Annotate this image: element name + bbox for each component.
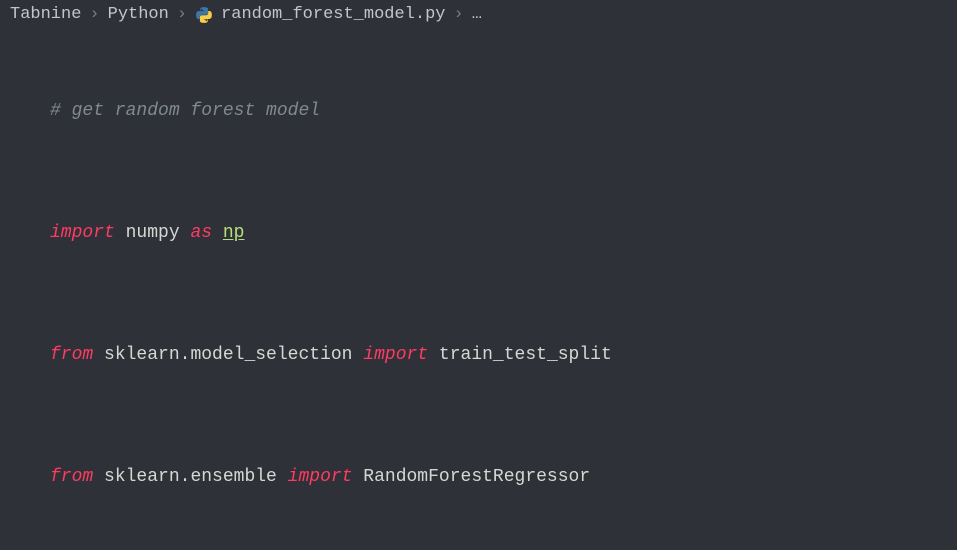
editor-window: Tabnine › Python › random_forest_model.p… [0, 0, 957, 550]
breadcrumb-item-tabnine[interactable]: Tabnine [10, 5, 81, 24]
keyword-from: from [50, 340, 93, 371]
code-line[interactable]: # get random forest model [50, 96, 957, 127]
keyword-import: import [50, 218, 115, 249]
breadcrumb-ellipsis[interactable]: … [472, 5, 482, 24]
breadcrumb-separator: › [453, 5, 463, 24]
identifier: numpy [126, 218, 180, 249]
breadcrumb-separator: › [177, 5, 187, 24]
keyword-import: import [363, 340, 428, 371]
comment: # get random forest model [50, 96, 320, 127]
breadcrumb-item-python[interactable]: Python [108, 5, 169, 24]
keyword-from: from [50, 462, 93, 493]
module-alias: np [223, 218, 245, 249]
module-path: sklearn.model_selection [104, 340, 352, 371]
python-file-icon [195, 6, 213, 24]
code-editor[interactable]: # get random forest model import numpy a… [0, 29, 957, 550]
code-line[interactable]: import numpy as np [50, 218, 957, 249]
imported-names: train_test_split [439, 340, 612, 371]
imported-names: RandomForestRegressor [363, 462, 590, 493]
code-line[interactable]: from sklearn.ensemble import RandomFores… [50, 462, 957, 493]
keyword-import: import [288, 462, 353, 493]
keyword-as: as [190, 218, 212, 249]
breadcrumb-separator: › [89, 5, 99, 24]
breadcrumb-item-file[interactable]: random_forest_model.py [221, 5, 445, 24]
breadcrumb[interactable]: Tabnine › Python › random_forest_model.p… [0, 0, 957, 29]
code-line[interactable]: from sklearn.model_selection import trai… [50, 340, 957, 371]
module-path: sklearn.ensemble [104, 462, 277, 493]
